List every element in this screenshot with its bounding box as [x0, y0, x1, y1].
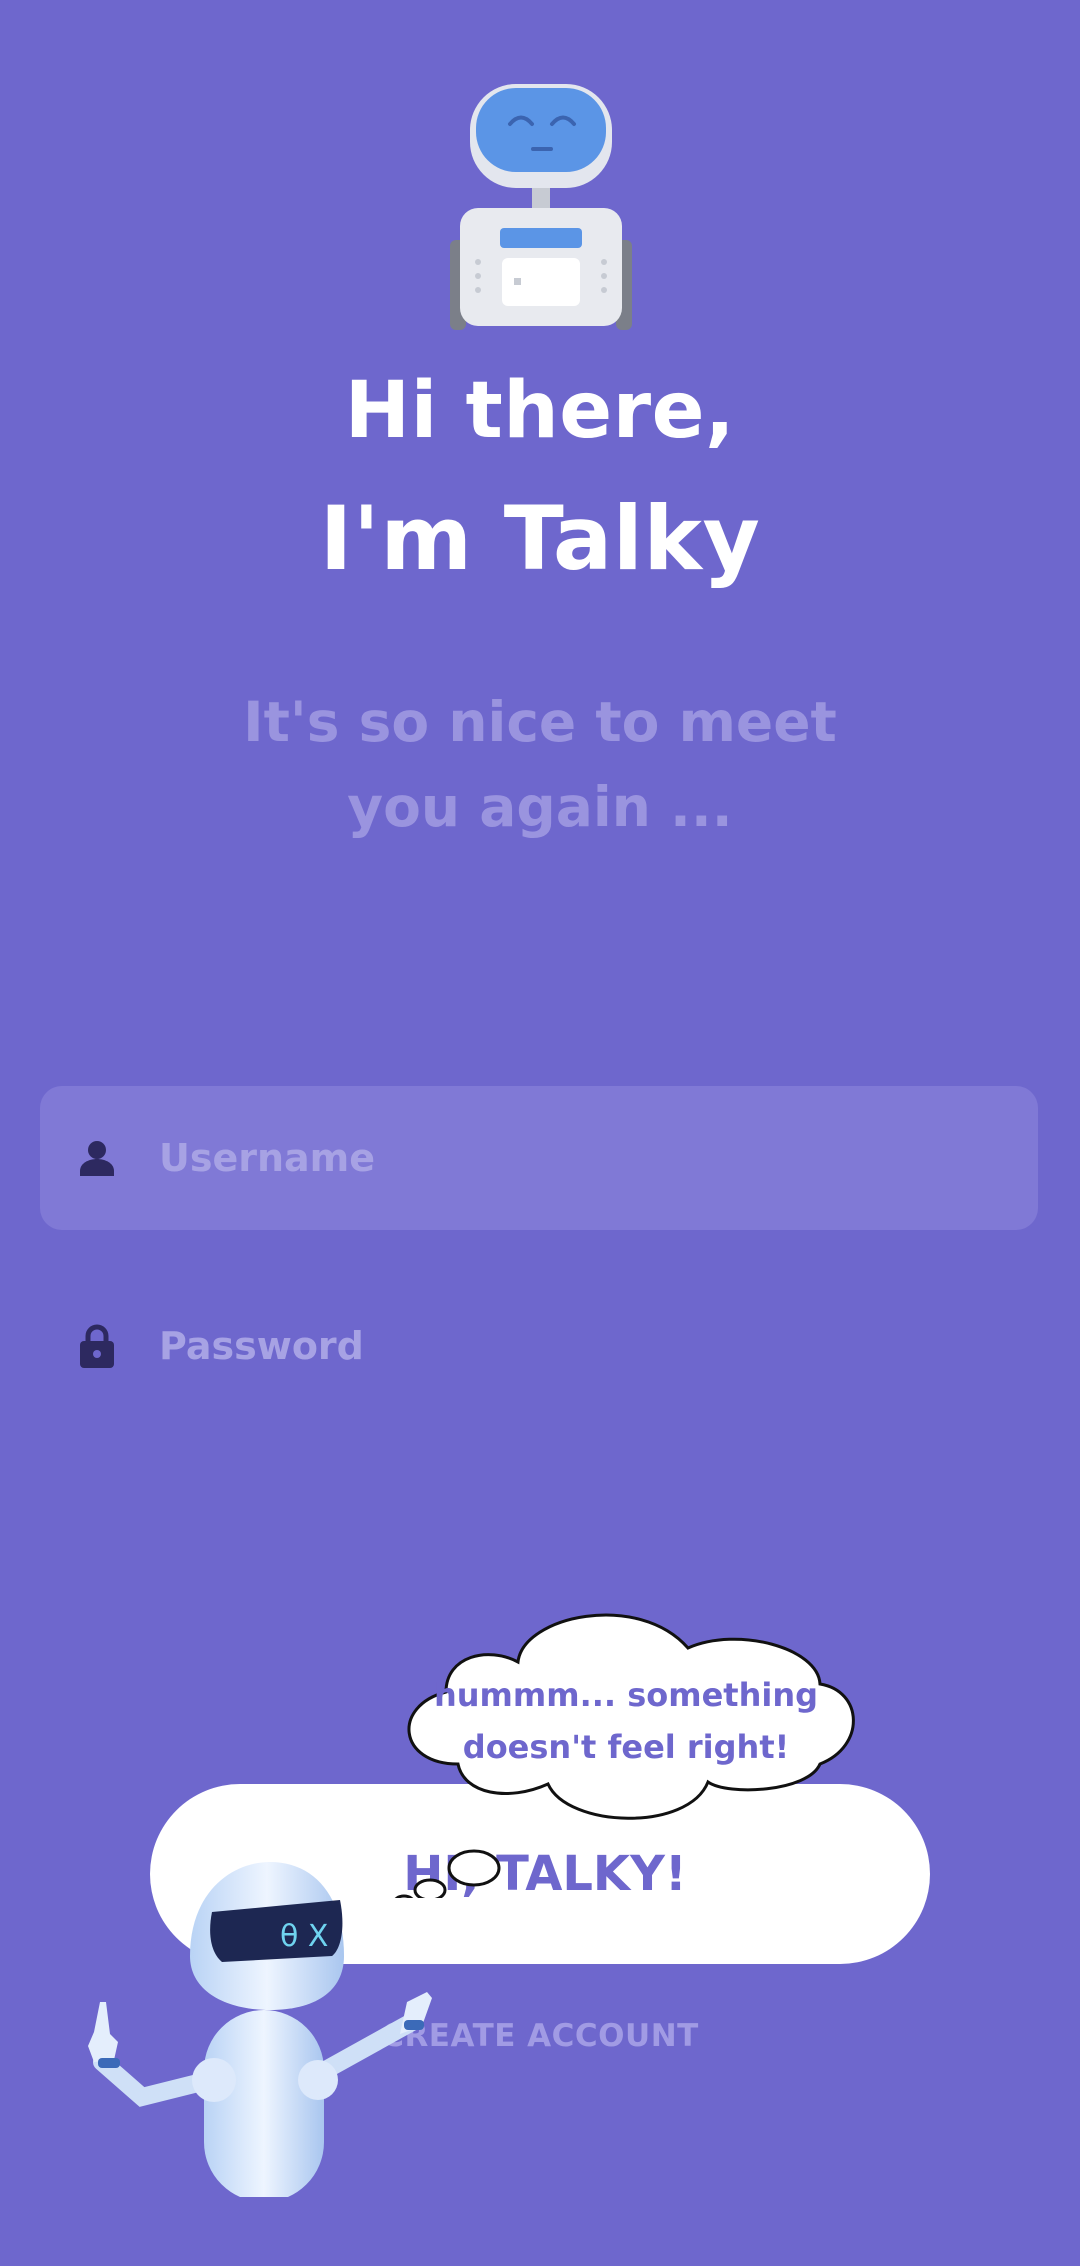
greeting-title: Hi there, — [344, 366, 736, 456]
welcome-subtitle-line1: It's so nice to meet — [243, 690, 837, 754]
visor-text: θ X — [280, 1919, 328, 1954]
thought-text-line1: hummm... something — [433, 1676, 818, 1714]
password-input[interactable] — [157, 1274, 1018, 1418]
app-name-title: I'm Talky — [319, 487, 761, 590]
lock-icon — [77, 1324, 117, 1368]
welcome-subtitle-line2: you again ... — [347, 775, 733, 839]
talky-mascot: θ X — [88, 1862, 432, 2197]
person-icon — [77, 1136, 117, 1180]
login-screen: Hi there, I'm Talky It's so nice to meet… — [0, 0, 1080, 2266]
talky-robot-logo — [450, 84, 632, 330]
thought-text-line2: doesn't feel right! — [462, 1728, 790, 1766]
username-field[interactable] — [40, 1086, 1038, 1230]
username-input[interactable] — [157, 1086, 1018, 1230]
password-field[interactable] — [40, 1274, 1038, 1418]
